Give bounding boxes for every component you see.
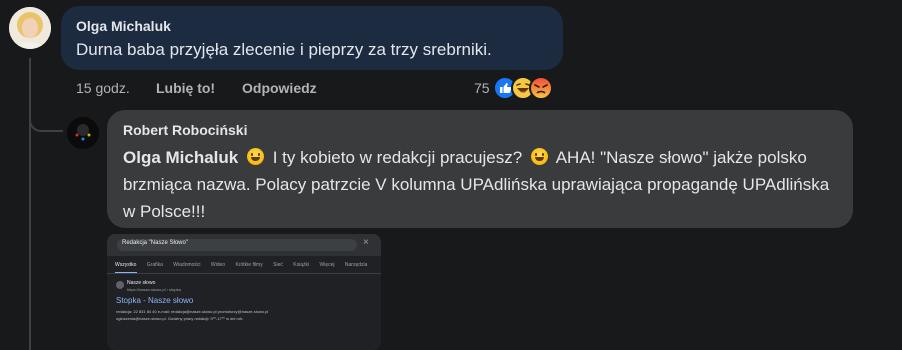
angry-emoji-icon (529, 76, 553, 100)
result-url: https://nasze-slowo.pl › stopka (127, 287, 181, 292)
attached-image[interactable]: Redakcja "Nasze Słowo" × Wszystko Grafik… (107, 234, 381, 350)
site-favicon-icon (116, 281, 124, 289)
reply-button[interactable]: Odpowiedz (242, 80, 317, 96)
close-icon: × (363, 237, 369, 248)
result-snippet: redakcja: 22 831 84 40 e-mail: redakcja@… (116, 309, 269, 314)
like-button[interactable]: Lubię to! (156, 80, 215, 96)
result-snippet: ogłoszenia@nasze-slowo.pl. Godziny pracy… (116, 316, 244, 321)
profile-photo-icon (67, 117, 99, 149)
search-query: Redakcja "Nasze Słowo" (122, 240, 188, 246)
comment-author[interactable]: Olga Michaluk (76, 18, 171, 34)
reply-bubble: Robert Robociński Olga Michaluk I ty kob… (107, 110, 853, 228)
avatar[interactable] (67, 117, 99, 149)
reply-connector (29, 110, 63, 132)
mention-link[interactable]: Olga Michaluk (123, 148, 238, 167)
grinning-emoji-icon (530, 148, 548, 165)
result-site: Nasze słowo (127, 280, 156, 286)
profile-photo-icon (9, 7, 51, 49)
reply-author[interactable]: Robert Robociński (123, 122, 247, 138)
reply-text: Olga Michaluk I ty kobieto w redakcji pr… (123, 144, 841, 225)
search-bar: Redakcja "Nasze Słowo" × (107, 234, 381, 256)
grinning-emoji-icon (246, 148, 264, 165)
comment-bubble: Olga Michaluk Durna baba przyjęła zlecen… (61, 6, 563, 70)
comment-time[interactable]: 15 godz. (76, 80, 130, 96)
search-tabs: Wszystko Grafika Wiadomości Wideo Krótki… (115, 262, 368, 268)
reply-text-part1: I ty kobieto w redakcji pracujesz? (272, 148, 523, 167)
reaction-count[interactable]: 75 (474, 80, 490, 96)
comment-text: Durna baba przyjęła zlecenie i pieprzy z… (76, 40, 492, 59)
thread-line (29, 58, 31, 350)
result-title[interactable]: Stopka - Nasze słowo (116, 296, 193, 305)
avatar[interactable] (9, 7, 51, 49)
reactions-summary[interactable] (493, 76, 563, 100)
